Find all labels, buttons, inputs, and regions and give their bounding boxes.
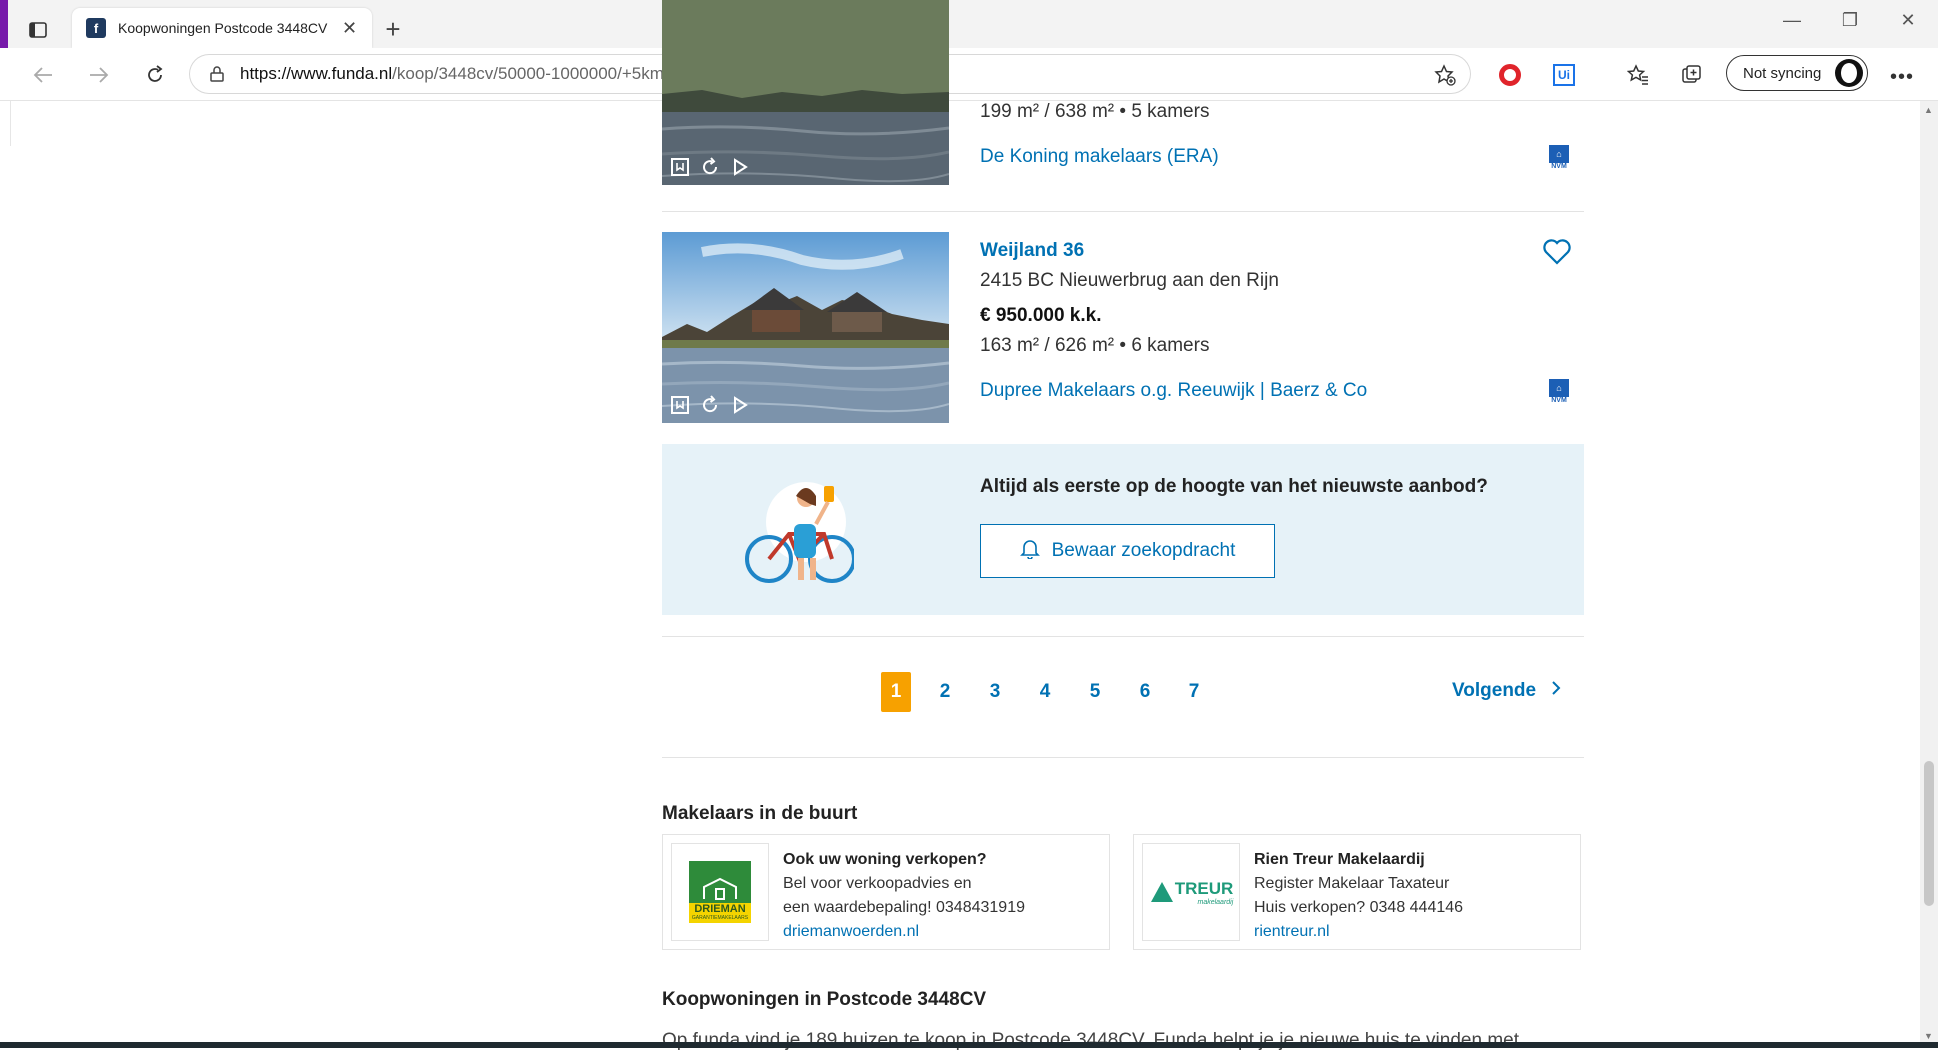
opera-extension-icon[interactable] (1496, 61, 1524, 89)
page-6-button[interactable]: 6 (1130, 672, 1160, 712)
makelaars-section-title: Makelaars in de buurt (662, 803, 858, 824)
next-page-link[interactable]: Volgende (1452, 680, 1561, 702)
url-host: https://www.funda.nl (240, 64, 393, 83)
page-2-button[interactable]: 2 (930, 672, 960, 712)
url-path: /koop/3448cv/50000-1000000/+5km/ (392, 64, 669, 83)
bell-icon (1019, 537, 1040, 565)
favorites-icon[interactable] (1624, 61, 1652, 89)
listing-street-link[interactable]: Weijland 36 (980, 240, 1084, 262)
page-7-button[interactable]: 7 (1179, 672, 1209, 712)
tab-actions-button[interactable] (20, 12, 56, 48)
nvm-logo-icon: ⌂ (1549, 145, 1569, 163)
more-menu-icon[interactable]: ••• (1890, 66, 1914, 89)
listing-photo[interactable] (662, 0, 949, 185)
listing-agent-link[interactable]: De Koning makelaars (ERA) (980, 146, 1219, 168)
pagination: 1 2 3 4 5 6 7 Volgende (662, 672, 1584, 716)
lock-icon[interactable] (208, 65, 226, 83)
listing-divider (662, 211, 1584, 212)
back-arrow-icon (33, 67, 52, 83)
restore-button[interactable]: ❐ (1830, 10, 1870, 31)
profile-sync-button[interactable]: Not syncing (1726, 55, 1868, 91)
os-taskbar (0, 1042, 1938, 1048)
window-accent (0, 0, 8, 48)
nvm-badge: ⌂ NVM (1548, 379, 1570, 407)
chevron-right-icon (1551, 680, 1561, 701)
section-divider (662, 757, 1584, 758)
tab-close-icon[interactable]: ✕ (342, 18, 357, 39)
section-divider (662, 636, 1584, 637)
favorite-heart-icon[interactable] (1542, 238, 1572, 271)
agent-card-title: Ook uw woning verkopen? (783, 851, 987, 868)
nvm-badge: ⌂ NVM (1548, 145, 1570, 173)
agent-website-link[interactable]: driemanwoerden.nl (783, 923, 919, 941)
cyclist-illustration-icon (744, 474, 856, 594)
collections-icon[interactable] (1678, 61, 1706, 89)
forward-arrow-icon (90, 67, 109, 83)
refresh-icon (148, 65, 163, 82)
tree-icon (1150, 882, 1173, 902)
listing-specs: 199 m² / 638 m² • 5 kamers (980, 101, 1210, 122)
listing-agent-link[interactable]: Dupree Makelaars o.g. Reeuwijk | Baerz &… (980, 380, 1367, 402)
seo-section-title: Koopwoningen in Postcode 3448CV (662, 989, 987, 1010)
page-3-button[interactable]: 3 (980, 672, 1010, 712)
close-window-button[interactable]: ✕ (1888, 10, 1928, 31)
agent-card-drieman[interactable]: DRIEMAN GARANTIEMAKELAARS Ook uw woning … (662, 834, 1110, 950)
agent-card-line: Huis verkopen? 0348 444146 (1254, 899, 1464, 916)
tab-title: Koopwoningen Postcode 3448CV (118, 20, 328, 36)
drieman-logo: DRIEMAN GARANTIEMAKELAARS (671, 843, 769, 941)
funda-favicon-icon: f (86, 18, 106, 38)
ui-extension-icon[interactable]: Ui (1550, 61, 1578, 89)
scrollbar-thumb[interactable] (1924, 761, 1934, 906)
browser-toolbar: https://www.funda.nl/koop/3448cv/50000-1… (0, 48, 1938, 101)
listing-price: € 950.000 k.k. (980, 305, 1102, 326)
page-4-button[interactable]: 4 (1030, 672, 1060, 712)
forward-button[interactable] (82, 58, 116, 92)
agent-card-title: Rien Treur Makelaardij (1254, 851, 1425, 868)
browser-tab-active[interactable]: f Koopwoningen Postcode 3448CV ✕ (72, 8, 372, 48)
promo-question: Altijd als eerste op de hoogte van het n… (980, 476, 1488, 497)
next-page-label: Volgende (1452, 680, 1537, 701)
browser-tabstrip: f Koopwoningen Postcode 3448CV ✕ + — ❐ ✕ (0, 0, 1938, 48)
back-button[interactable] (26, 58, 60, 92)
nvm-logo-icon: ⌂ (1549, 379, 1569, 397)
listing-photo[interactable] (662, 232, 949, 423)
page-scrollbar[interactable]: ▲ ▼ (1920, 101, 1938, 1048)
url-text: https://www.funda.nl/koop/3448cv/50000-1… (240, 64, 669, 84)
360-view-icon[interactable] (700, 157, 720, 177)
save-search-button[interactable]: Bewaar zoekopdracht (980, 524, 1275, 578)
agent-card-line: Bel voor verkoopadvies en (783, 875, 972, 892)
photo-actions (670, 395, 750, 415)
agent-card-line: een waardebepaling! 0348431919 (783, 899, 1025, 916)
page-1-button[interactable]: 1 (881, 672, 911, 712)
rien-treur-logo: TREUR makelaardij (1142, 843, 1240, 941)
house-icon (703, 877, 737, 900)
play-video-icon[interactable] (730, 157, 750, 177)
bookmark-icon[interactable] (670, 395, 690, 415)
profile-avatar (1835, 59, 1863, 87)
listing-zip: 2415 BC Nieuwerbrug aan den Rijn (980, 270, 1279, 291)
add-favorite-star-icon[interactable] (1434, 64, 1456, 91)
sync-label: Not syncing (1743, 64, 1822, 82)
new-tab-button[interactable]: + (378, 14, 408, 44)
scroll-down-icon[interactable]: ▼ (1924, 1031, 1933, 1041)
save-search-label: Bewaar zoekopdracht (1051, 540, 1236, 561)
minimize-button[interactable]: — (1772, 10, 1812, 31)
photo-actions (670, 157, 750, 177)
agent-website-link[interactable]: rientreur.nl (1254, 923, 1330, 941)
scroll-up-icon[interactable]: ▲ (1924, 105, 1933, 115)
tab-actions-icon (29, 22, 47, 38)
play-video-icon[interactable] (730, 395, 750, 415)
refresh-button[interactable] (138, 58, 172, 92)
seo-intro-text: Op funda vind je 189 huizen te koop in P… (662, 1030, 1519, 1051)
bookmark-icon[interactable] (670, 157, 690, 177)
agent-card-rien-treur[interactable]: TREUR makelaardij Rien Treur Makelaardij… (1133, 834, 1581, 950)
agent-card-line: Register Makelaar Taxateur (1254, 875, 1450, 892)
360-view-icon[interactable] (700, 395, 720, 415)
page-5-button[interactable]: 5 (1080, 672, 1110, 712)
save-search-promo: Altijd als eerste op de hoogte van het n… (662, 444, 1584, 615)
listing-specs: 163 m² / 626 m² • 6 kamers (980, 335, 1210, 356)
page-edge (0, 101, 11, 146)
